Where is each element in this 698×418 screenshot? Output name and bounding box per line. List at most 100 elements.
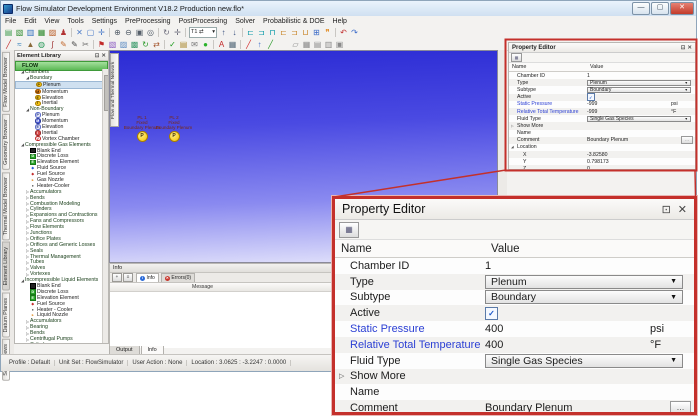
draw-polyline-button[interactable]: ≈ xyxy=(14,39,25,50)
filter-list-button[interactable]: ≡ xyxy=(123,273,133,282)
paste-format-button[interactable]: ▩ xyxy=(129,39,140,50)
window-tile-vertical-button[interactable]: ▥ xyxy=(323,39,334,50)
mirror-network-button[interactable]: ⊐ xyxy=(289,27,300,38)
chamber-node-pl-2[interactable]: PL 2FixedBoundary PlenumP xyxy=(146,115,202,142)
clear-selection-button[interactable]: ✕ xyxy=(74,27,85,38)
send-model-button[interactable]: ✉ xyxy=(189,39,200,50)
results-chart-button[interactable]: A xyxy=(216,39,227,50)
annotate-pen-button[interactable]: ✎ xyxy=(69,39,80,50)
window-close-all-button[interactable]: ▣ xyxy=(334,39,345,50)
property-value[interactable]: 400 xyxy=(485,323,503,335)
property-value[interactable]: -3.82580 xyxy=(587,152,607,158)
tab-thermal-model-browser[interactable]: Thermal Model Browser xyxy=(2,172,10,240)
world-view-button[interactable]: ◍ xyxy=(36,39,47,50)
font-scale-combo[interactable]: T1 ⇄▾ xyxy=(189,27,217,38)
property-row-location[interactable]: ◢Location xyxy=(509,144,695,151)
property-row-z[interactable]: Z0 xyxy=(509,165,695,170)
rotate-view-button[interactable]: ↻ xyxy=(161,27,172,38)
property-row-name[interactable]: Name xyxy=(335,384,694,400)
type-dropdown[interactable]: Plenum▼ xyxy=(485,275,683,289)
refresh-model-button[interactable]: ↻ xyxy=(140,39,151,50)
validate-model-button[interactable]: ✓ xyxy=(167,39,178,50)
property-value[interactable]: 0 xyxy=(587,166,590,170)
property-row-static-pressure[interactable]: Static Pressure400psi xyxy=(335,321,694,337)
fluid-type-dropdown[interactable]: Single Gas Species▼ xyxy=(485,354,683,368)
property-value[interactable]: Boundary Plenum xyxy=(485,402,572,414)
open-model-button[interactable]: ▧ xyxy=(14,27,25,38)
create-element-chain-button[interactable]: ⊓ xyxy=(267,27,278,38)
active-checkbox[interactable]: ✓ xyxy=(485,307,498,320)
property-row-subtype[interactable]: SubtypeBoundary▼ xyxy=(335,290,694,306)
create-internal-chamber-button[interactable]: ⊐ xyxy=(256,27,267,38)
fluid-type-dropdown[interactable]: Single Gas Species▼ xyxy=(587,116,691,122)
expander-closed-icon[interactable]: ▷ xyxy=(339,372,350,380)
spline-tool-button[interactable]: ∫ xyxy=(47,39,58,50)
filter-properties-button[interactable]: ▦ xyxy=(339,222,359,238)
property-row-comment[interactable]: CommentBoundary Plenum… xyxy=(335,400,694,415)
property-row-x[interactable]: X-3.82580 xyxy=(509,151,695,158)
toggle-grid-button[interactable]: ⊞ xyxy=(311,27,322,38)
undo-button[interactable]: ↶ xyxy=(338,27,349,38)
ellipsis-button[interactable]: … xyxy=(670,401,691,415)
import-model-button[interactable]: ▨ xyxy=(47,27,58,38)
save-all-models-button[interactable]: ▦ xyxy=(36,27,47,38)
tab-geometry-browser[interactable]: Geometry Browser xyxy=(2,114,10,170)
show-comments-button[interactable]: ❞ xyxy=(322,27,333,38)
zoom-in-button[interactable]: ⊕ xyxy=(112,27,123,38)
menu-edit[interactable]: Edit xyxy=(20,18,40,25)
property-row-relative-total-temperature[interactable]: Relative Total Temperature-999°F xyxy=(509,108,695,115)
tab-flow-model-browser[interactable]: Flow Model Browser xyxy=(2,52,10,112)
tree-category-cylinders[interactable]: ▷Cylinders xyxy=(15,342,103,343)
copy-format-button[interactable]: ▨ xyxy=(118,39,129,50)
property-row-chamber-id[interactable]: Chamber ID1 xyxy=(335,258,694,274)
property-row-active[interactable]: Active✓ xyxy=(509,94,695,101)
pan-view-button[interactable]: ✛ xyxy=(172,27,183,38)
copy-network-button[interactable]: ⊏ xyxy=(278,27,289,38)
results-table-button[interactable]: ▦ xyxy=(227,39,238,50)
property-row-show-more[interactable]: ▷Show More xyxy=(509,122,695,129)
property-row-name[interactable]: Name xyxy=(509,130,695,137)
menu-tools[interactable]: Tools xyxy=(63,18,87,25)
marker-blue-button[interactable]: ↑ xyxy=(254,39,265,50)
swap-element-button[interactable]: ⇄ xyxy=(151,39,162,50)
tree-item-plenum[interactable]: PPlenum xyxy=(15,81,103,89)
menu-settings[interactable]: Settings xyxy=(88,18,121,25)
close-panel-icon[interactable]: ✕ xyxy=(678,203,687,216)
property-value[interactable]: -999 xyxy=(587,101,597,107)
tree-scrollbar[interactable] xyxy=(102,69,108,343)
pen-red-button[interactable]: ╱ xyxy=(243,39,254,50)
menu-help[interactable]: Help xyxy=(329,18,351,25)
subtype-dropdown[interactable]: Boundary▼ xyxy=(485,290,683,304)
property-value[interactable]: 1 xyxy=(485,260,491,272)
float-panel-icon[interactable]: ⊡ xyxy=(662,203,671,216)
property-row-type[interactable]: TypePlenum▼ xyxy=(509,79,695,86)
property-row-y[interactable]: Y0.798173 xyxy=(509,158,695,165)
property-row-fluid-type[interactable]: Fluid TypeSingle Gas Species▼ xyxy=(509,115,695,122)
new-model-button[interactable]: ▤ xyxy=(3,27,14,38)
close-panel-icon[interactable]: ✕ xyxy=(101,53,106,59)
property-row-comment[interactable]: CommentBoundary Plenum… xyxy=(509,137,695,144)
property-row-type[interactable]: TypePlenum▼ xyxy=(335,274,694,290)
rotate-network-button[interactable]: ⊔ xyxy=(300,27,311,38)
property-row-chamber-id[interactable]: Chamber ID1 xyxy=(509,72,695,79)
menu-preprocessing[interactable]: PreProcessing xyxy=(121,18,175,25)
window-tile-horizontal-button[interactable]: ▤ xyxy=(312,39,323,50)
filter-properties-button[interactable]: ▦ xyxy=(511,53,522,62)
select-all-button[interactable]: ✛ xyxy=(96,27,107,38)
flag-element-button[interactable]: ⚑ xyxy=(96,39,107,50)
close-button[interactable]: ✕ xyxy=(670,2,694,15)
ellipsis-button[interactable]: … xyxy=(681,136,693,144)
cut-element-button[interactable]: ✂ xyxy=(80,39,91,50)
close-panel-icon[interactable]: ✕ xyxy=(687,45,692,51)
property-row-show-more[interactable]: ▷Show More xyxy=(335,369,694,385)
active-checkbox[interactable]: ✓ xyxy=(587,93,595,101)
subtype-dropdown[interactable]: Boundary▼ xyxy=(587,87,691,93)
float-panel-icon[interactable]: ⊡ xyxy=(681,45,686,51)
expand-filter-button[interactable]: + xyxy=(112,273,122,282)
probe-tool-button[interactable]: ✎ xyxy=(58,39,69,50)
property-row-active[interactable]: Active✓ xyxy=(335,305,694,321)
increment-id-down-button[interactable]: ↓ xyxy=(229,27,240,38)
user-profile-button[interactable]: ♟ xyxy=(58,27,69,38)
zoom-out-button[interactable]: ⊖ xyxy=(123,27,134,38)
property-row-static-pressure[interactable]: Static Pressure-999psi xyxy=(509,101,695,108)
